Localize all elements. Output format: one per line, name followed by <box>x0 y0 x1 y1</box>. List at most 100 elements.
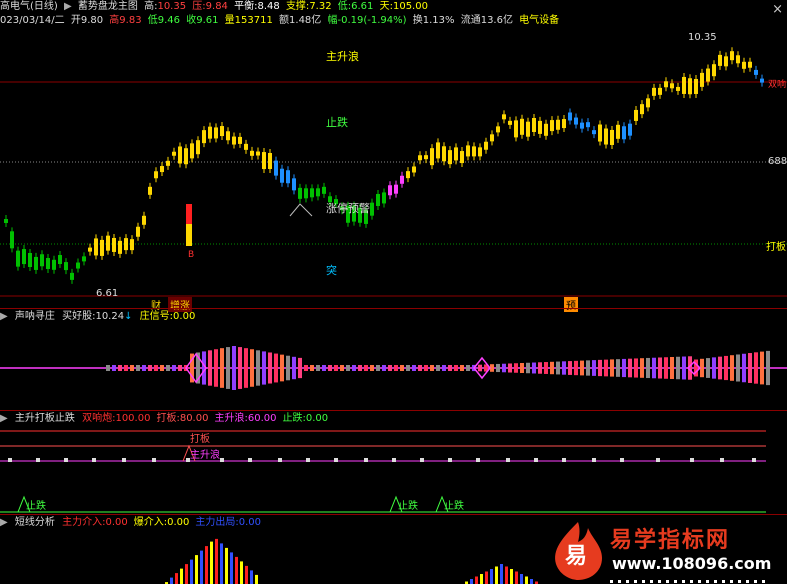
candle-body <box>76 262 80 269</box>
volume-bar <box>500 564 503 584</box>
candle-body <box>40 254 44 267</box>
candle-body <box>100 239 104 256</box>
sonar-bar <box>328 365 332 371</box>
sonar-bar <box>502 363 506 373</box>
candle-body <box>226 131 230 141</box>
sonar-bar <box>340 365 344 371</box>
candle-body <box>10 231 14 249</box>
sonar-bar <box>712 357 716 379</box>
sonar-bar <box>466 365 470 371</box>
site-watermark: 易 易学指标网 www.108096.com <box>548 518 787 584</box>
panel2-collapse-icon[interactable]: ▶ <box>0 311 8 322</box>
volume-bar <box>495 566 498 584</box>
candle-body <box>34 256 38 270</box>
panel4-collapse-icon[interactable]: ▶ <box>0 517 8 528</box>
candle-body <box>652 87 656 96</box>
candle-body <box>238 136 242 144</box>
sonar-bar <box>592 360 596 376</box>
sonar-bar <box>556 361 560 375</box>
high-label: 高: <box>144 1 158 12</box>
sonar-bar <box>754 352 758 384</box>
candle-body <box>670 83 674 89</box>
bar-sector[interactable]: 电气设备 <box>519 15 559 26</box>
dropdown-icon[interactable]: ▶ <box>64 1 72 12</box>
limit-up-bar-lower <box>186 224 192 246</box>
sonar-bar <box>496 363 500 373</box>
bar-float: 流通13.6亿 <box>460 15 513 26</box>
sonar-bar <box>706 358 710 378</box>
candle-body <box>370 202 374 216</box>
sonar-bar <box>238 347 242 389</box>
panel2-name: 声呐寻庄 <box>14 311 55 322</box>
candle-body <box>424 155 428 160</box>
site-title: 易学指标网 <box>610 528 731 553</box>
candle-body <box>172 151 176 156</box>
candle-body <box>742 61 746 69</box>
candle-body <box>64 262 68 271</box>
volume-bar <box>245 565 248 584</box>
stock-name[interactable]: 高电气(日线) <box>0 1 58 12</box>
sonar-bar <box>112 365 116 371</box>
signal-dot <box>152 458 156 462</box>
candle-body <box>70 272 74 280</box>
panel4-title[interactable]: ▶ 短线分析 主力介入:0.00 爆介入:0.00 主力出局:0.00 <box>0 516 271 529</box>
panel4-item-value-0: 0.00 <box>105 517 128 528</box>
candle-body <box>184 148 188 165</box>
main-candlestick-chart[interactable] <box>0 28 787 308</box>
indicator-name[interactable]: 蓄势盘龙主图 <box>78 1 138 12</box>
close-icon[interactable]: × <box>772 2 783 17</box>
candle-body <box>274 160 278 176</box>
sonar-bar <box>622 358 626 378</box>
candle-body <box>136 226 140 237</box>
signal-dot <box>278 458 282 462</box>
sonar-bar <box>130 365 134 371</box>
sonar-bar <box>226 347 230 389</box>
sonar-bar <box>208 350 212 386</box>
signal-dot <box>122 458 126 462</box>
sonar-bar <box>610 359 614 377</box>
sonar-bar <box>538 362 542 374</box>
badge-yu: 预 <box>564 297 578 312</box>
limit-up-bar <box>186 204 192 224</box>
volume-bar <box>215 538 218 584</box>
signal-dot <box>720 458 724 462</box>
candle-body <box>106 235 110 251</box>
candle-body <box>316 188 320 197</box>
signal-dot <box>364 458 368 462</box>
candle-body <box>220 126 224 137</box>
panel2-title[interactable]: ▶ 声呐寻庄 买好股:10.24↓ 庄信号:0.00 <box>0 310 199 323</box>
label-b: B <box>188 250 195 260</box>
sonar-bar <box>256 350 260 386</box>
candle-body <box>154 171 158 179</box>
sonar-bar <box>280 354 284 382</box>
candle-body <box>22 249 26 265</box>
candle-body <box>568 112 572 121</box>
candle-body <box>190 143 194 159</box>
signal-dot <box>64 458 68 462</box>
signal-panel[interactable] <box>0 425 787 515</box>
sonar-bar <box>172 365 176 371</box>
balance-label: 平衡: <box>234 1 258 12</box>
panel3-item-label-3: 止跌: <box>282 413 306 424</box>
sonar-bar <box>358 365 362 371</box>
candle-body <box>628 123 632 136</box>
candle-body <box>280 168 284 183</box>
candle-body <box>400 175 404 184</box>
label-688: 688 <box>768 156 787 167</box>
candle-body <box>538 120 542 134</box>
sonar-bar <box>424 365 428 371</box>
sonar-bar <box>718 356 722 380</box>
sonar-panel[interactable] <box>0 323 787 409</box>
panel3-title[interactable]: ▶ 主升打板止跌 双响炮:100.00 打板:80.00 主升浪:60.00 止跌:0… <box>0 412 338 425</box>
sonar-bar <box>250 349 254 387</box>
panel3-collapse-icon[interactable]: ▶ <box>0 413 8 424</box>
sonar-bar <box>214 349 218 387</box>
sonar-bar <box>682 356 686 380</box>
sonar-bar <box>598 359 602 377</box>
candle-body <box>448 150 452 165</box>
candle-body <box>484 141 488 150</box>
sonar-bar <box>142 365 146 371</box>
candle-body <box>436 142 440 159</box>
candle-body <box>160 166 164 173</box>
candle-body <box>634 109 638 121</box>
